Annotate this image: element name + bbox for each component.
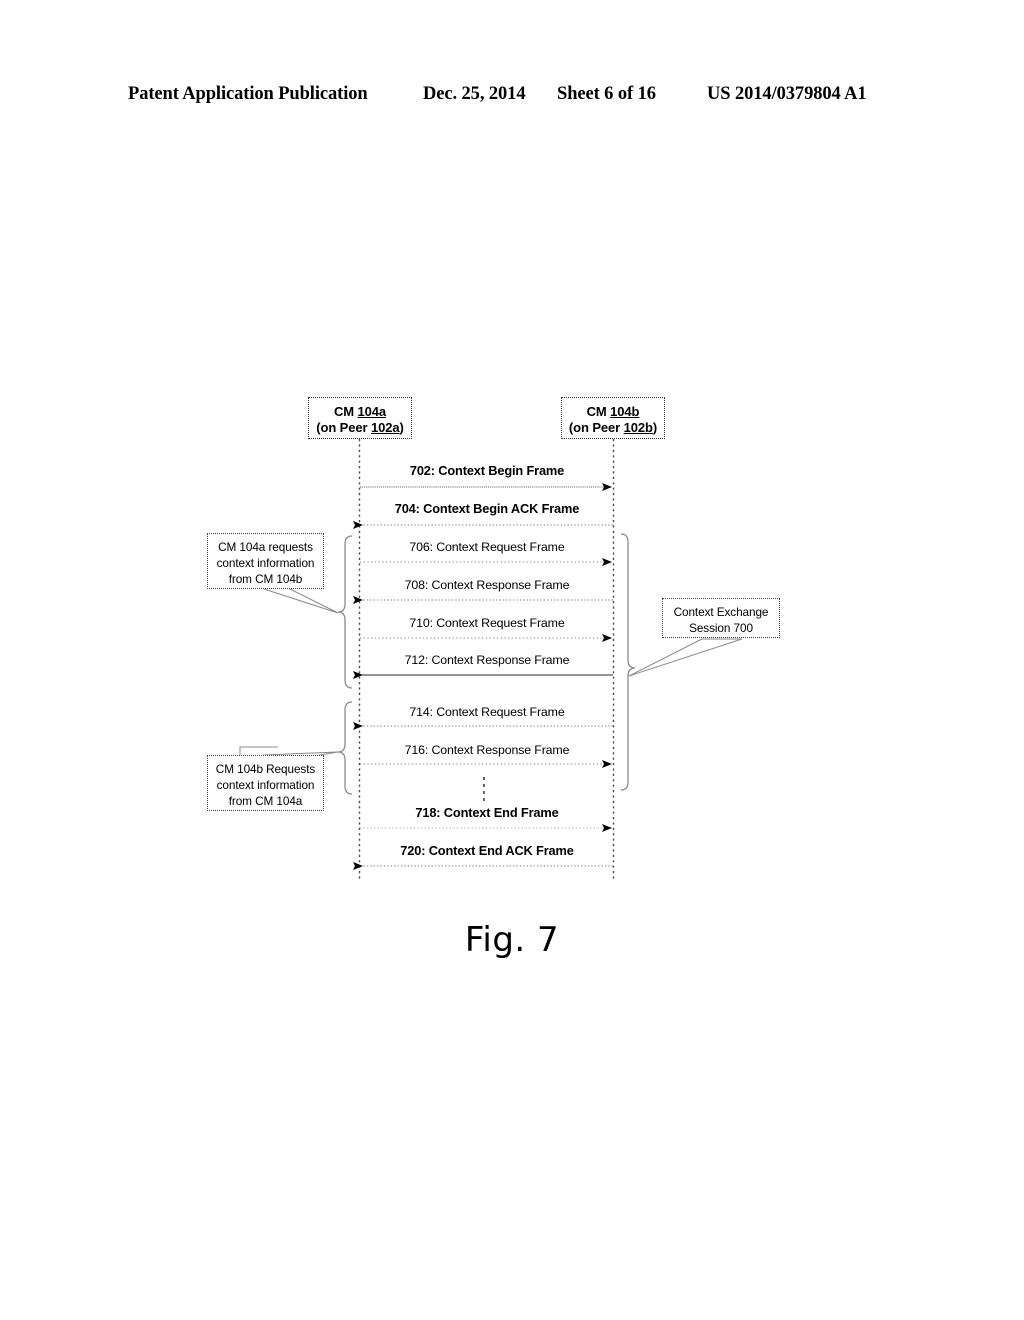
note-a-line2: context information — [216, 556, 315, 570]
annotation-note-cm-104a-requests: CM 104a requests context information fro… — [207, 533, 324, 589]
leader-line-note-session — [628, 638, 743, 677]
message-label-716: 716: Context Response Frame — [404, 743, 570, 757]
lifeline-head-cm-104b-line1: CM 104b — [586, 404, 640, 419]
lifeline-head-cm-104a-line2: (on Peer 102a) — [316, 420, 404, 435]
ref-104b: 104b — [610, 404, 640, 419]
message-label-704: 704: Context Begin ACK Frame — [394, 501, 580, 516]
message-label-706: 706: Context Request Frame — [409, 540, 565, 554]
lifeline-head-cm-104b: CM 104b (on Peer 102b) — [561, 397, 665, 439]
message-label-702: 702: Context Begin Frame — [409, 463, 565, 478]
note-a-line1: CM 104a requests — [218, 540, 313, 554]
ref-104a: 104a — [357, 404, 387, 419]
note-a-line3: from CM 104b — [228, 572, 303, 586]
ref-102b: 102b — [623, 420, 653, 435]
continuation-ellipsis — [483, 777, 485, 801]
group-brace-left-b-requests — [337, 701, 353, 795]
note-b-line2: context information — [216, 778, 315, 792]
message-label-710: 710: Context Request Frame — [409, 616, 565, 630]
group-brace-left-a-requests — [337, 535, 353, 689]
lifeline-head-cm-104a-line1: CM 104a — [333, 404, 387, 419]
ref-102a: 102a — [370, 420, 400, 435]
message-label-714: 714: Context Request Frame — [409, 705, 565, 719]
note-b-line1: CM 104b Requests — [215, 762, 316, 776]
message-label-720: 720: Context End ACK Frame — [400, 843, 574, 858]
annotation-note-context-exchange-session: Context Exchange Session 700 — [662, 598, 780, 638]
message-label-712: 712: Context Response Frame — [404, 653, 570, 667]
group-brace-right-session — [620, 533, 636, 791]
note-b-line3: from CM 104a — [228, 794, 303, 808]
lifeline-head-cm-104b-line2: (on Peer 102b) — [568, 420, 658, 435]
message-label-708: 708: Context Response Frame — [404, 578, 570, 592]
leader-line-note-a — [263, 585, 339, 614]
sequence-diagram: CM 104a (on Peer 102a) CM 104b (on Peer … — [0, 0, 1024, 1320]
note-session-line2: Session 700 — [689, 621, 753, 635]
lifeline-head-cm-104a: CM 104a (on Peer 102a) — [308, 397, 412, 439]
figure-caption: Fig. 7 — [464, 920, 560, 960]
annotation-note-cm-104b-requests: CM 104b Requests context information fro… — [207, 755, 324, 811]
note-session-line1: Context Exchange — [673, 605, 769, 619]
message-label-718: 718: Context End Frame — [415, 805, 559, 820]
leader-line-note-b-stub — [239, 746, 278, 755]
